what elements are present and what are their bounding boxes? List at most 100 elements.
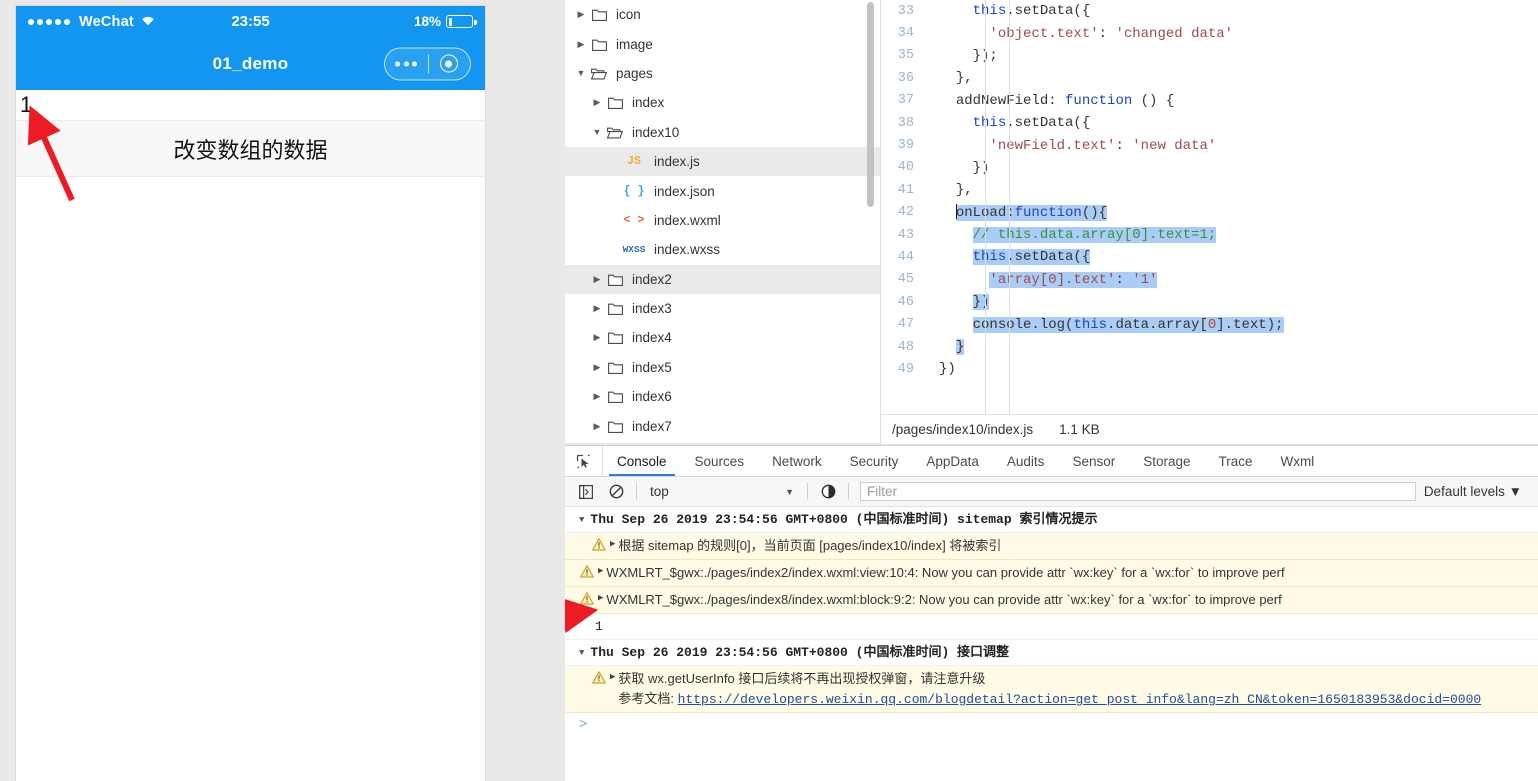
file-tree-item-icon[interactable]: ▶ icon	[565, 0, 880, 29]
file-tree-item-index4[interactable]: ▶ index4	[565, 323, 880, 352]
devtools-tab-storage[interactable]: Storage	[1129, 446, 1204, 476]
chevron-right-icon[interactable]: ▶	[589, 303, 605, 314]
file-tree-item-index-js[interactable]: JS index.js	[565, 146, 880, 177]
code-line[interactable]: 46 })	[881, 291, 1538, 313]
file-tree-item-index3[interactable]: ▶ index3	[565, 294, 880, 323]
code-line[interactable]: 47 console.log(this.data.array[0].text);	[881, 313, 1538, 335]
console-warning-message[interactable]: ▶ 获取 wx.getUserInfo 接口后续将不再出现授权弹窗，请注意升级 参考…	[565, 666, 1538, 713]
code-line[interactable]: 37 addNewField: function () {	[881, 90, 1538, 112]
devtools-tab-network[interactable]: Network	[758, 446, 836, 476]
file-tree-item-index[interactable]: ▶ index	[565, 88, 880, 117]
chevron-right-icon[interactable]: ▶	[573, 9, 589, 20]
devtools-tab-audits[interactable]: Audits	[993, 446, 1059, 476]
devtools-tab-console[interactable]: Console	[603, 446, 681, 477]
folder-closed-icon	[605, 390, 625, 404]
console-group-header[interactable]: ▼ Thu Sep 26 2019 23:54:56 GMT+0800 (中国标准…	[565, 640, 1538, 666]
console-doc-label: 参考文档:	[618, 691, 678, 706]
code-line[interactable]: 39 'newField.text': 'new data'	[881, 134, 1538, 156]
code-line[interactable]: 35 });	[881, 45, 1538, 67]
devtools-tab-trace[interactable]: Trace	[1205, 446, 1267, 476]
chevron-right-icon[interactable]: ▶	[598, 566, 603, 576]
devtools-tab-security[interactable]: Security	[836, 446, 913, 476]
console-levels-dropdown[interactable]: Default levels ▼	[1424, 484, 1538, 499]
code-line[interactable]: 45 'array[0].text': '1'	[881, 269, 1538, 291]
code-line[interactable]: 38 this.setData({	[881, 112, 1538, 134]
code-text: onLoad:function(){	[927, 204, 1108, 222]
code-line[interactable]: 40 })	[881, 157, 1538, 179]
console-group-text: Thu Sep 26 2019 23:54:56 GMT+0800 (中国标准时…	[590, 512, 1098, 527]
code-text: // this.data.array[0].text=1;	[972, 227, 1217, 244]
folder-closed-icon	[605, 273, 625, 286]
chevron-right-icon[interactable]: ▶	[589, 391, 605, 402]
target-icon[interactable]	[428, 54, 471, 73]
change-array-data-button[interactable]: 改变数组的数据	[16, 121, 485, 177]
chevron-right-icon[interactable]: ▶	[610, 539, 615, 549]
console-prompt-caret: >	[579, 717, 588, 733]
console-context-selector[interactable]: top ▼	[642, 484, 802, 499]
live-expression-icon[interactable]	[813, 484, 843, 499]
chevron-right-icon[interactable]: ▶	[598, 593, 603, 603]
console-warning-message[interactable]: ▶ WXMLRT_$gwx:./pages/index2/index.wxml:v…	[565, 560, 1538, 587]
file-explorer-tree[interactable]: ▶ icon ▶ image ▼ pages ▶ index ▼ index10 JS index.j…	[565, 0, 881, 443]
console-prompt[interactable]: >	[565, 713, 1538, 733]
chevron-right-icon[interactable]: ▶	[573, 39, 589, 50]
chevron-down-icon[interactable]: ▼	[573, 68, 589, 78]
devtools-panel: Console Sources Network Security AppData Audi…	[565, 445, 1538, 781]
code-line[interactable]: 49})	[881, 358, 1538, 380]
devtools-tab-sources[interactable]: Sources	[681, 446, 759, 476]
chevron-right-icon[interactable]: ▶	[589, 332, 605, 343]
console-group-header[interactable]: ▼ Thu Sep 26 2019 23:54:56 GMT+0800 (中国标准…	[565, 507, 1538, 533]
code-line[interactable]: 42 onLoad:function(){	[881, 202, 1538, 224]
code-text: addNewField: function () {	[955, 92, 1175, 109]
chevron-right-icon[interactable]: ▶	[589, 421, 605, 432]
console-warning-message[interactable]: ▶ WXMLRT_$gwx:./pages/index8/index.wxml:b…	[565, 587, 1538, 614]
file-tree-item-index10[interactable]: ▼ index10	[565, 118, 880, 147]
console-doc-link[interactable]: https://developers.weixin.qq.com/blogdet…	[678, 692, 1482, 707]
console-warning-message[interactable]: ▶ 根据 sitemap 的规则[0]，当前页面 [pages/index10/i…	[565, 533, 1538, 560]
show-console-sidebar-icon[interactable]	[571, 484, 601, 499]
console-filter-input[interactable]: Filter	[860, 482, 1416, 501]
devtools-tab-appdata[interactable]: AppData	[912, 446, 993, 476]
console-warning-text: WXMLRT_$gwx:./pages/index2/index.wxml:vi…	[606, 565, 1285, 580]
chevron-down-icon[interactable]: ▼	[579, 648, 584, 658]
chevron-down-icon[interactable]: ▼	[589, 127, 605, 137]
code-line[interactable]: 44 this.setData({	[881, 246, 1538, 268]
devtools-tab-wxml[interactable]: Wxml	[1267, 446, 1329, 476]
code-line[interactable]: 48 }	[881, 336, 1538, 358]
chevron-right-icon[interactable]: ▶	[610, 672, 615, 682]
wechat-capsule-button[interactable]	[384, 47, 471, 80]
chevron-right-icon[interactable]: ▶	[589, 274, 605, 285]
code-text: 'newField.text': 'new data'	[989, 137, 1217, 154]
console-filter-placeholder: Filter	[867, 484, 897, 499]
chevron-right-icon[interactable]: ▶	[589, 362, 605, 373]
folder-closed-icon	[605, 420, 625, 433]
file-tree-item-index-wxml[interactable]: < > index.wxml	[565, 206, 880, 235]
clear-console-icon[interactable]	[601, 484, 631, 499]
file-tree-item-index5[interactable]: ▶ index5	[565, 353, 880, 382]
file-tree-item-index-wxss[interactable]: WXSS index.wxss	[565, 235, 880, 264]
code-line[interactable]: 41 },	[881, 179, 1538, 201]
file-tree-item-label: index5	[632, 359, 672, 375]
folder-closed-icon	[605, 361, 625, 374]
file-tree-scrollbar[interactable]	[867, 2, 874, 207]
chevron-down-icon[interactable]: ▼	[579, 515, 584, 525]
code-line[interactable]: 33 this.setData({	[881, 0, 1538, 22]
inspect-element-icon[interactable]	[565, 446, 603, 476]
chevron-right-icon[interactable]: ▶	[589, 97, 605, 108]
file-tree-item-index6[interactable]: ▶ index6	[565, 382, 880, 411]
console-message-list[interactable]: ▼ Thu Sep 26 2019 23:54:56 GMT+0800 (中国标准…	[565, 507, 1538, 781]
ellipsis-icon[interactable]	[385, 61, 428, 66]
file-tree-item-index-json[interactable]: { } index.json	[565, 176, 880, 205]
code-editor[interactable]: 33 this.setData({34 'object.text': 'chan…	[881, 0, 1538, 414]
file-tree-item-image[interactable]: ▶ image	[565, 29, 880, 58]
code-line[interactable]: 34 'object.text': 'changed data'	[881, 22, 1538, 44]
code-line[interactable]: 36 },	[881, 67, 1538, 89]
file-tree-item-index2[interactable]: ▶ index2	[565, 264, 880, 294]
file-tree-item-pages[interactable]: ▼ pages	[565, 59, 880, 88]
devtools-tab-sensor[interactable]: Sensor	[1058, 446, 1129, 476]
line-number: 43	[897, 227, 914, 243]
folder-closed-icon	[605, 302, 625, 316]
code-line[interactable]: 43 // this.data.array[0].text=1;	[881, 224, 1538, 246]
file-tree-item-index7[interactable]: ▶ index7	[565, 411, 880, 440]
line-number: 46	[897, 294, 914, 310]
